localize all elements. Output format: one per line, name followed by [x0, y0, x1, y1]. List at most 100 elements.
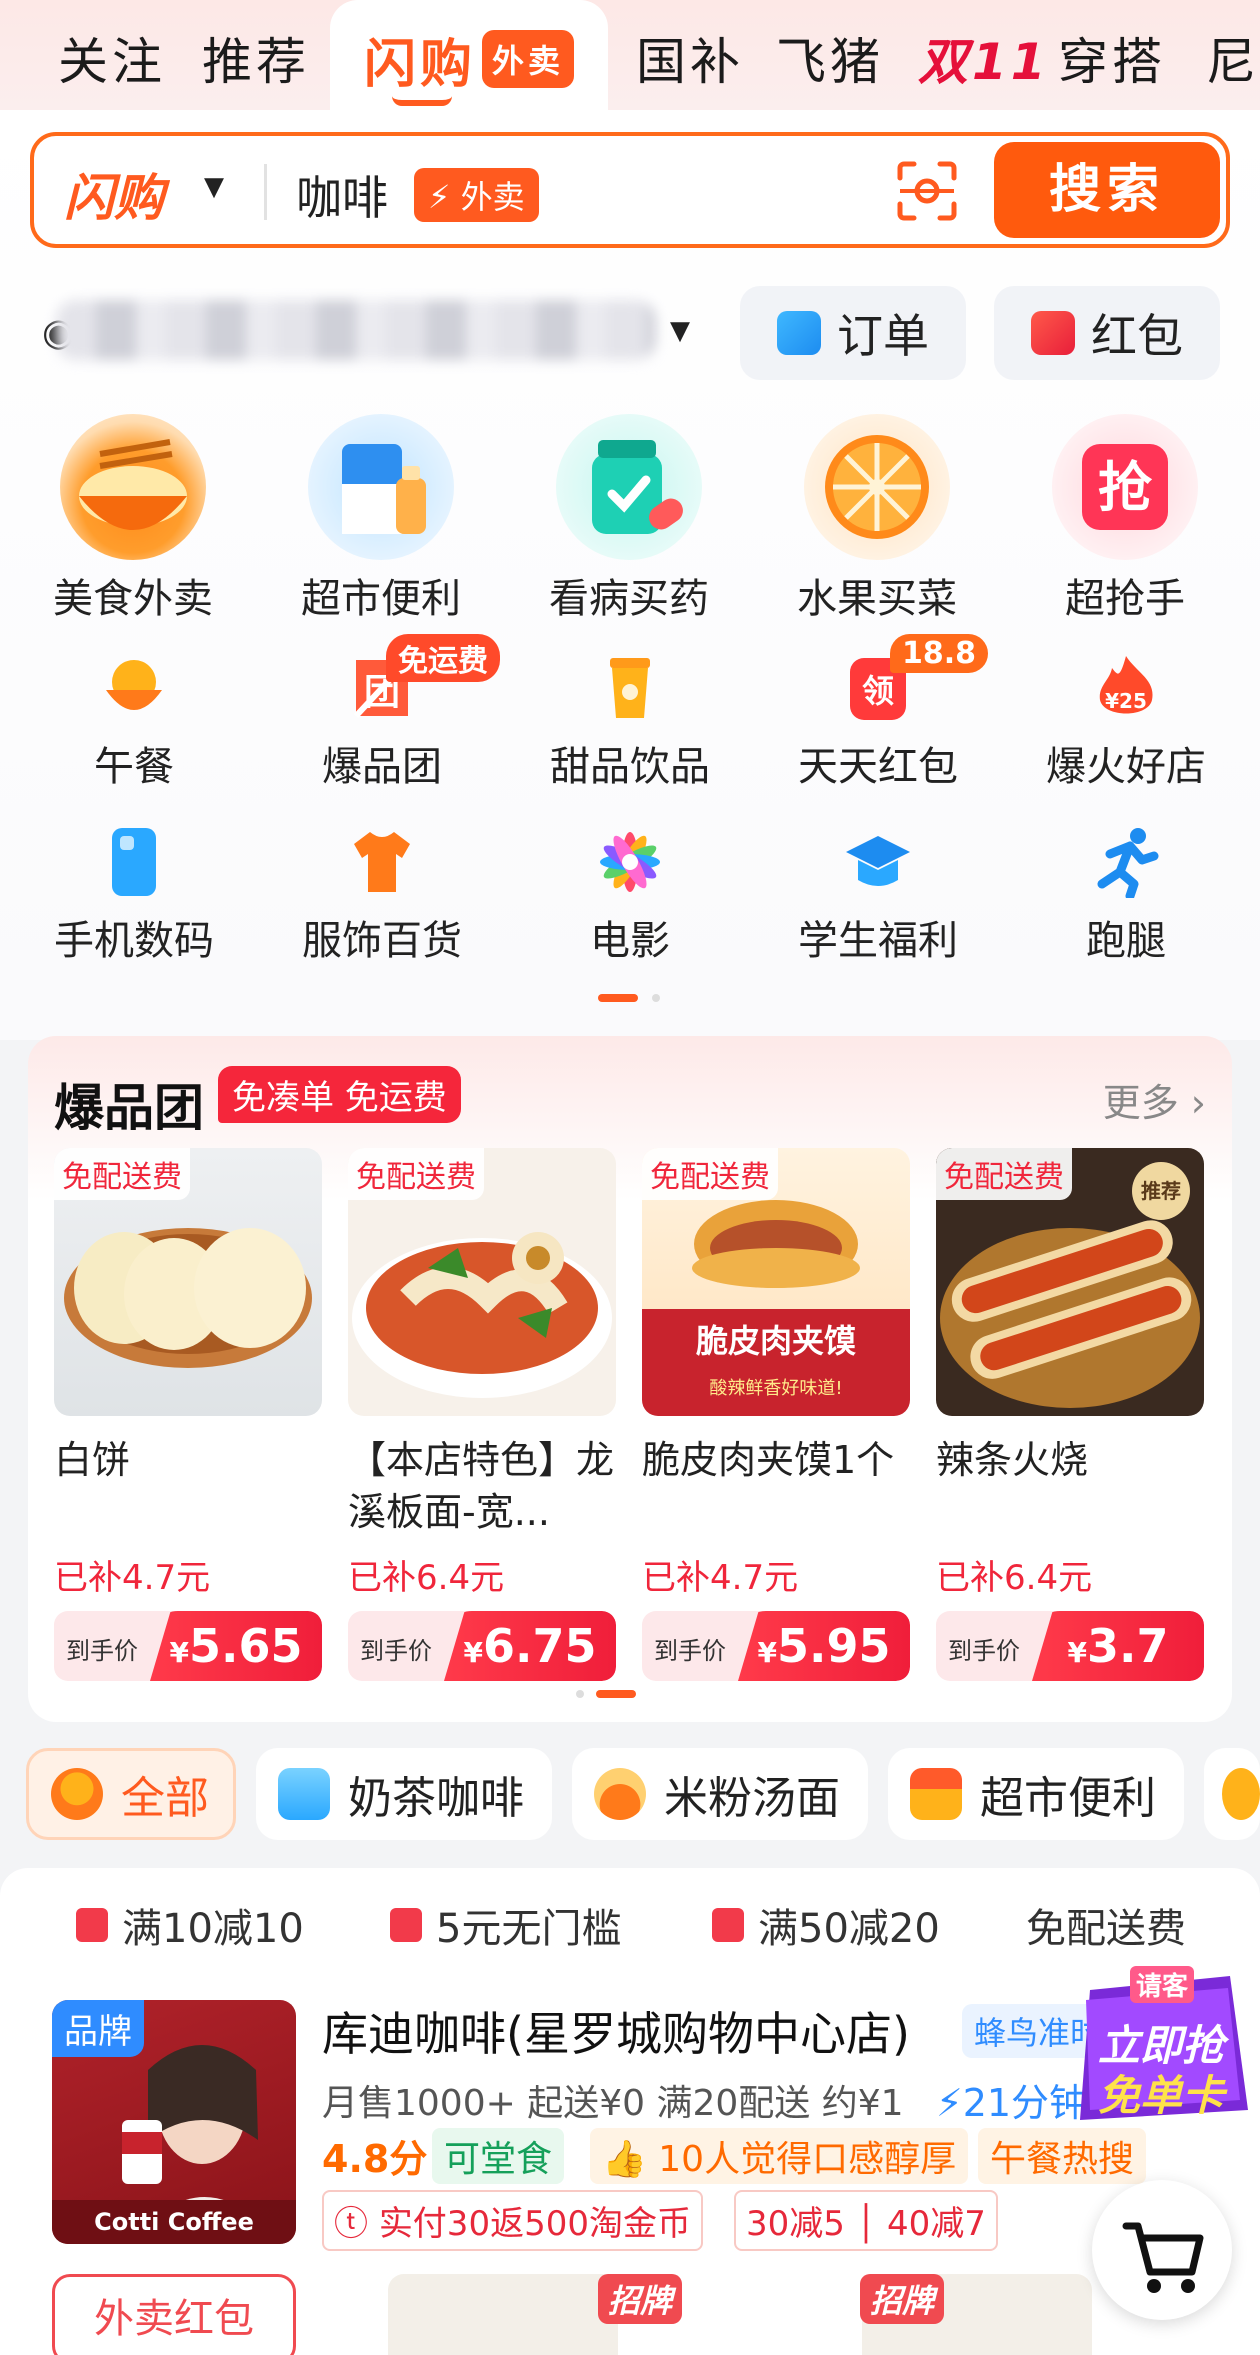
category-label: 电影 — [590, 918, 670, 964]
free-delivery-tag: 免配送费 — [54, 1148, 190, 1200]
filter-label: 奶茶咖啡 — [348, 1773, 524, 1824]
product-image: 免配送费 — [54, 1148, 322, 1416]
phone-icon — [98, 826, 170, 898]
category-label: 甜品饮品 — [550, 744, 710, 790]
category-digital[interactable]: 手机数码 — [34, 826, 234, 966]
top-tab-bar: 关注 推荐 闪购 外卖 国补 飞猪 双11 穿搭 尼 — [0, 0, 1260, 112]
product-name: 【本店特色】龙溪板面-宽... — [348, 1438, 615, 1534]
movie-flower-icon — [594, 826, 666, 898]
dine-in-tag: 可堂食 — [432, 2128, 565, 2184]
redpack-amount-badge: 18.8 — [890, 634, 989, 673]
promo-badge-line1: 请客 — [1130, 1966, 1195, 2003]
chevron-down-icon[interactable]: ▼ — [670, 316, 690, 346]
category-student[interactable]: 学生福利 — [778, 826, 978, 966]
category-daily-redpack[interactable]: 领 18.8 天天红包 — [778, 634, 989, 792]
location-address-blurred[interactable] — [56, 300, 656, 360]
search-input[interactable]: 咖啡 — [296, 162, 388, 228]
hot-search-tag: 午餐热搜 — [978, 2128, 1147, 2184]
promo-badge-line3: 免单卡 — [1098, 2071, 1225, 2120]
store-thumb-caption: Cotti Coffee — [52, 2200, 296, 2244]
chevron-down-icon[interactable]: ▼ — [204, 172, 224, 202]
category-label: 午餐 — [94, 744, 174, 790]
price-label: 到手价 — [948, 1637, 1020, 1665]
tab-double11[interactable]: 双11 — [918, 22, 1050, 94]
filter-label: 米粉汤面 — [664, 1773, 840, 1824]
coupon-filter[interactable]: 5元无门槛 — [390, 1896, 621, 1954]
category-label: 爆品团 — [322, 744, 442, 790]
order-button[interactable]: 订单 — [740, 286, 966, 380]
category-errand[interactable]: 跑腿 — [1026, 826, 1226, 966]
tab-follow[interactable]: 关注 — [58, 22, 166, 94]
tab-more-clipped[interactable]: 尼 — [1206, 22, 1260, 94]
search-brand-logo[interactable]: 闪购 — [64, 158, 164, 230]
product-card[interactable]: 脆皮肉夹馍 酸辣鲜香好味道! 免配送费 脆皮肉夹馍1个 已补4.7元 到手价 ¥… — [642, 1148, 910, 1681]
category-label: 学生福利 — [798, 918, 958, 964]
price-value: ¥3.7 — [1032, 1611, 1204, 1681]
product-card[interactable]: 推荐 免配送费 辣条火烧 已补6.4元 到手价 ¥3.7 — [936, 1148, 1204, 1681]
category-movie[interactable]: 电影 — [530, 826, 730, 966]
coupon-filter[interactable]: 满50减20 — [712, 1896, 940, 1954]
signature-badge: 招牌 — [598, 2274, 683, 2324]
pager-dot-active — [598, 994, 638, 1002]
redpack-icon — [76, 1908, 108, 1942]
more-link[interactable]: 更多 › — [1103, 1072, 1206, 1127]
category-lunch[interactable]: 午餐 — [34, 652, 234, 792]
price-bar[interactable]: 到手价 ¥5.65 — [54, 1611, 322, 1681]
free-order-card-badge[interactable]: 请客 立即抢 免单卡 — [1070, 1960, 1256, 2130]
coin-rebate-promo: ⓣ 实付30返500淘金币 — [322, 2190, 703, 2251]
scan-icon[interactable] — [896, 160, 958, 222]
tab-recommend[interactable]: 推荐 — [202, 22, 310, 94]
cart-button[interactable] — [1092, 2180, 1232, 2320]
delivery-eta: ⚡21分钟 — [936, 2081, 1088, 2125]
product-card[interactable]: 免配送费 【本店特色】龙溪板面-宽... 已补6.4元 到手价 ¥6.75 — [348, 1148, 616, 1681]
filter-label: 超市便利 — [980, 1773, 1156, 1824]
store-score: 4.8分 — [322, 2137, 428, 2181]
category-food-delivery[interactable]: 美食外卖 — [48, 414, 218, 624]
category-hot-grab[interactable]: 抢 超抢手 — [1040, 414, 1210, 624]
waimai-redpack-button[interactable]: 外卖红包 — [52, 2274, 296, 2355]
category-baopin-group[interactable]: 团 免运费 爆品团 — [282, 634, 500, 792]
category-label: 服饰百货 — [302, 918, 462, 964]
search-bar[interactable]: 闪购 ▼ 咖啡 ⚡ 外卖 搜索 — [30, 132, 1230, 248]
shopping-cart-icon — [1122, 2222, 1204, 2293]
price-value: ¥6.75 — [444, 1611, 616, 1681]
signature-badge: 招牌 — [860, 2274, 945, 2324]
filter-all[interactable]: 全部 — [26, 1748, 236, 1840]
filter-supermarket[interactable]: 超市便利 — [888, 1748, 1184, 1840]
search-button[interactable]: 搜索 — [994, 142, 1220, 238]
product-image-slogan: 酸辣鲜香好味道! — [709, 1378, 843, 1399]
product-image: 免配送费 — [348, 1148, 616, 1416]
grab-tag-icon: 抢 — [1052, 414, 1198, 560]
signature-item-image[interactable] — [388, 2274, 618, 2355]
rice-bowl-icon — [98, 652, 170, 724]
orange-slice-icon — [804, 414, 950, 560]
tab-outfit[interactable]: 穿搭 — [1058, 22, 1166, 94]
free-shipping-badge: 免运费 — [386, 634, 500, 682]
price-bar[interactable]: 到手价 ¥6.75 — [348, 1611, 616, 1681]
filter-milk-tea-coffee[interactable]: 奶茶咖啡 — [256, 1748, 552, 1840]
rice-bowl-icon — [51, 1768, 103, 1820]
category-hot-shops[interactable]: ¥25 爆火好店 — [1026, 652, 1226, 792]
category-medicine[interactable]: 看病买药 — [544, 414, 714, 624]
category-dessert-drinks[interactable]: 甜品饮品 — [530, 652, 730, 792]
tab-waimai-pill: 外卖 — [482, 30, 575, 88]
store-thumbnail[interactable]: 品牌 Cotti Coffee — [52, 2000, 296, 2244]
coupon-filter[interactable]: 满10减10 — [76, 1896, 304, 1954]
category-apparel[interactable]: 服饰百货 — [282, 826, 482, 966]
category-supermarket[interactable]: 超市便利 — [296, 414, 466, 624]
discount-promo: 30减5 │ 40减7 — [734, 2190, 998, 2251]
store-name[interactable]: 库迪咖啡(星罗城购物中心店) — [322, 1998, 910, 2064]
coupon-filter[interactable]: 免配送费 — [1026, 1896, 1186, 1954]
price-bar[interactable]: 到手价 ¥3.7 — [936, 1611, 1204, 1681]
tab-feizhu[interactable]: 飞猪 — [776, 22, 884, 94]
tab-guobu[interactable]: 国补 — [636, 22, 744, 94]
filter-noodles-soup[interactable]: 米粉汤面 — [572, 1748, 868, 1840]
product-card[interactable]: 免配送费 白饼 已补4.7元 到手价 ¥5.65 — [54, 1148, 322, 1681]
free-delivery-tag: 免配送费 — [936, 1148, 1072, 1200]
category-fruit-veg[interactable]: 水果买菜 — [792, 414, 962, 624]
price-bar[interactable]: 到手价 ¥5.95 — [642, 1611, 910, 1681]
tab-shangou[interactable]: 闪购 外卖 — [330, 0, 608, 112]
redpack-button[interactable]: 红包 — [994, 286, 1220, 380]
product-subsidy: 已补4.7元 — [642, 1558, 799, 1598]
filter-next-clipped[interactable] — [1204, 1748, 1260, 1840]
